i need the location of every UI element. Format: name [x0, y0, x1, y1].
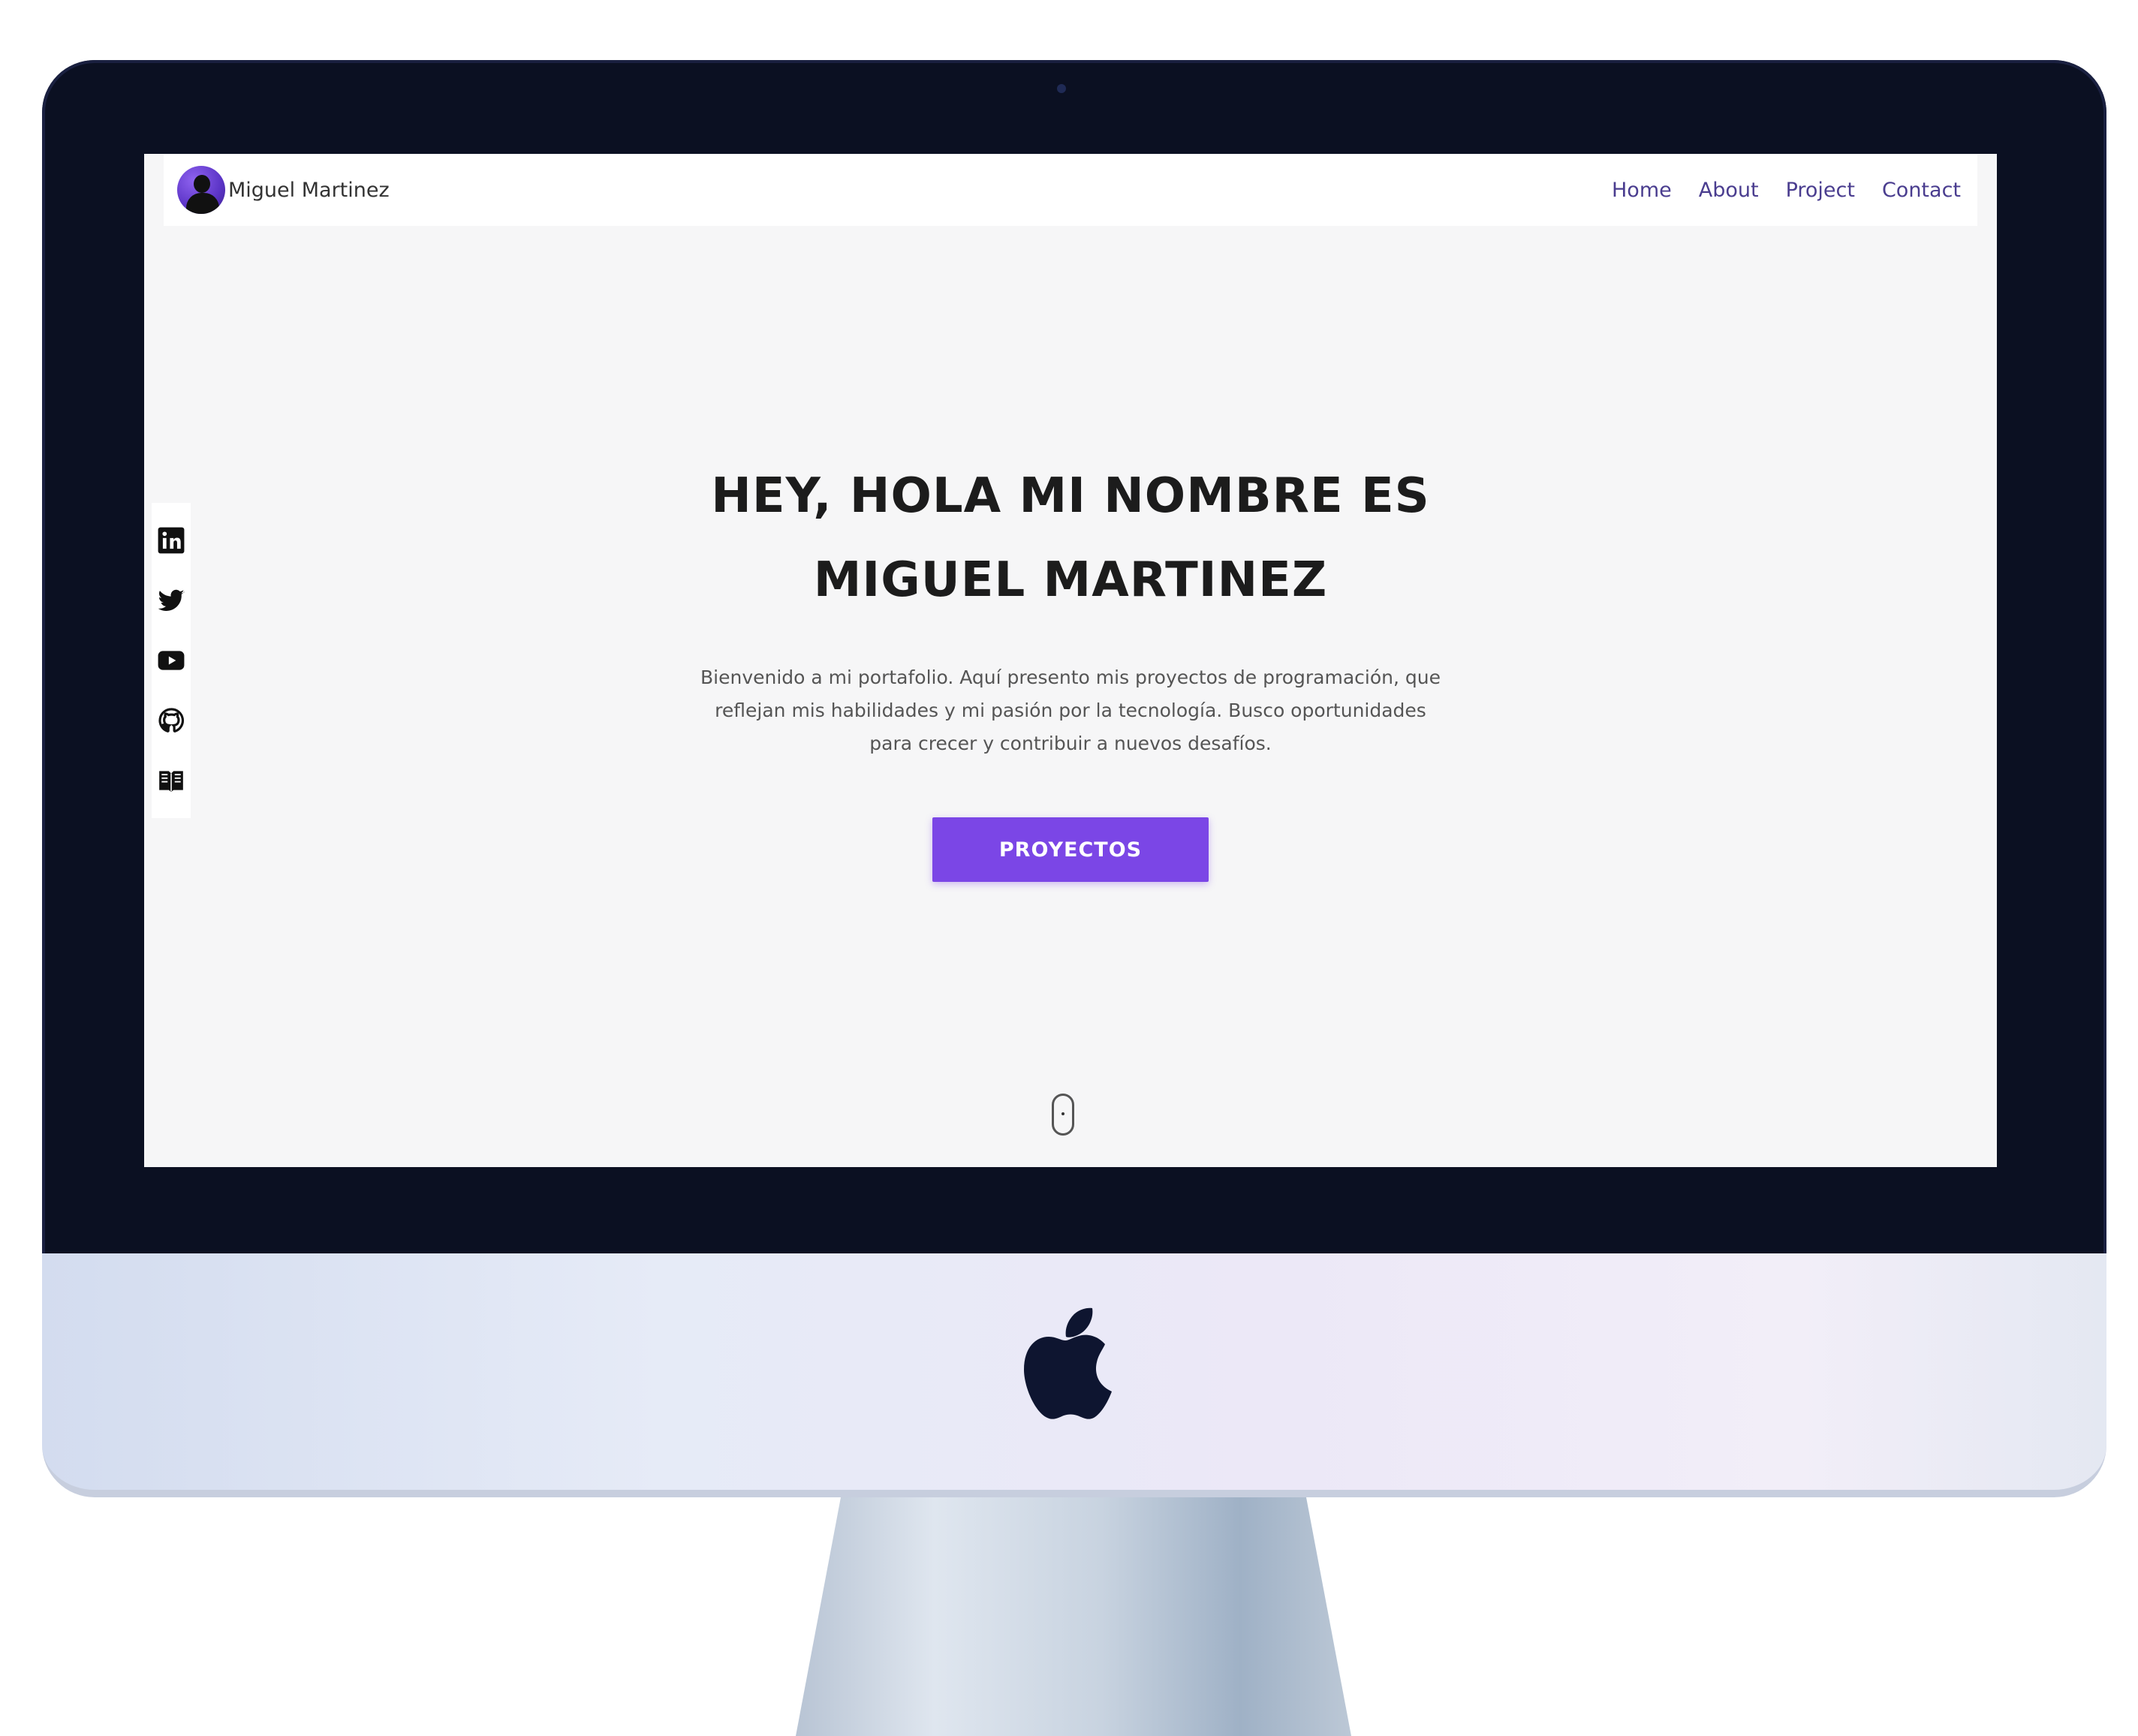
brand-name: Miguel Martinez: [228, 178, 390, 202]
apple-logo-icon: [1024, 1307, 1112, 1419]
projects-button[interactable]: PROYECTOS: [932, 817, 1209, 882]
nav-link-project[interactable]: Project: [1786, 179, 1855, 202]
nav-link-home[interactable]: Home: [1612, 179, 1672, 202]
monitor-stand: [796, 1497, 1351, 1736]
navbar: Miguel Martinez Home About Project Conta…: [164, 154, 1977, 226]
imac-mockup: Miguel Martinez Home About Project Conta…: [0, 0, 2138, 1736]
camera-dot: [1057, 84, 1066, 93]
hero-section: HEY, HOLA MI NOMBRE ES MIGUEL MARTINEZ B…: [144, 454, 1997, 882]
hero-title-line-2: MIGUEL MARTINEZ: [813, 552, 1328, 608]
nav-links: Home About Project Contact: [1612, 154, 1961, 226]
nav-link-about[interactable]: About: [1699, 179, 1759, 202]
scroll-down-icon[interactable]: [1052, 1094, 1074, 1136]
portfolio-webpage: Miguel Martinez Home About Project Conta…: [144, 154, 1997, 1167]
nav-link-contact[interactable]: Contact: [1882, 179, 1961, 202]
brand[interactable]: Miguel Martinez: [177, 161, 390, 219]
avatar: [177, 166, 225, 214]
hero-title-line-1: HEY, HOLA MI NOMBRE ES: [711, 468, 1430, 524]
hero-description: Bienvenido a mi portafolio. Aquí present…: [700, 666, 1441, 754]
hero-title: HEY, HOLA MI NOMBRE ES MIGUEL MARTINEZ: [620, 454, 1521, 622]
